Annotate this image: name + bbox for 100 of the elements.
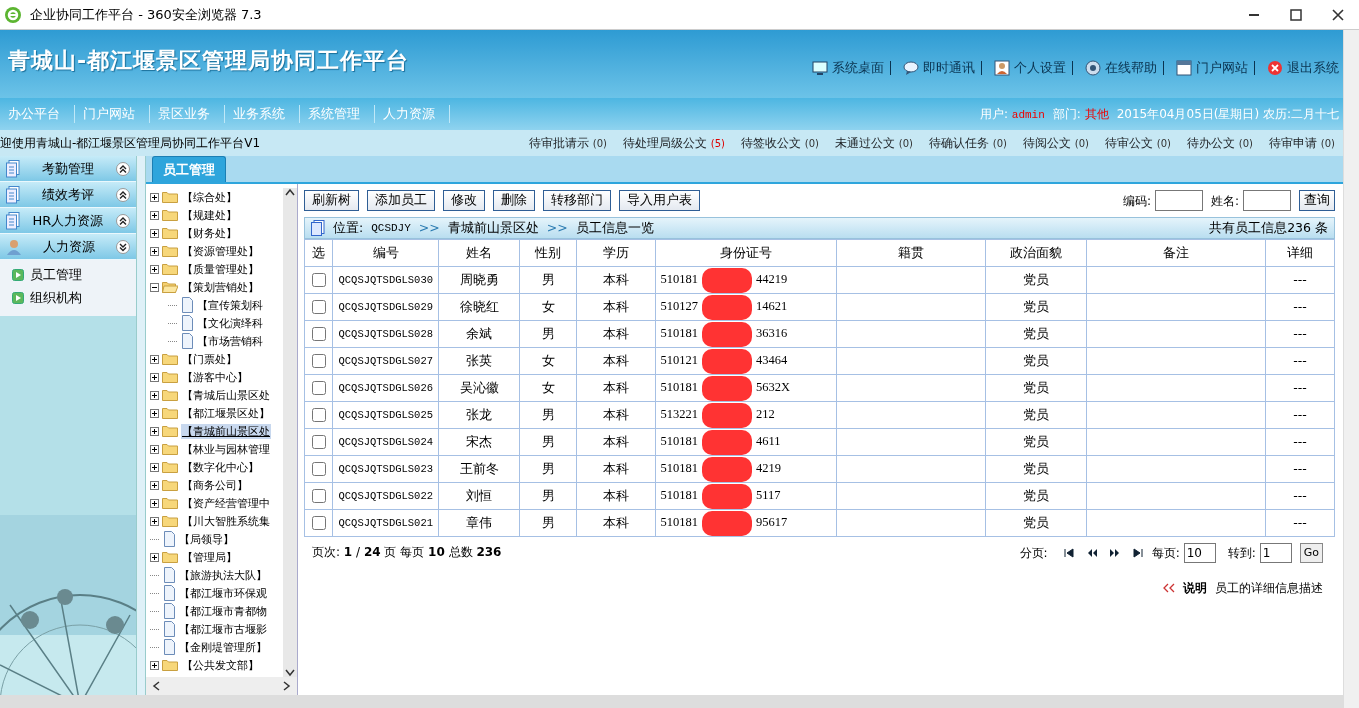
expander-icon[interactable] (150, 516, 159, 526)
row-checkbox[interactable] (311, 435, 326, 450)
sidebar-section[interactable]: 人力资源 (0, 234, 136, 260)
expander-icon[interactable] (150, 228, 159, 238)
tree-item[interactable]: 【局领导】 (178, 531, 235, 547)
toolbar-button[interactable]: 导入用户表 (619, 190, 700, 211)
expander-icon[interactable] (150, 480, 159, 490)
header-link[interactable]: 系统桌面 (812, 59, 884, 78)
counter-link[interactable]: 待阅公文 (0) (1023, 134, 1089, 152)
search-button[interactable]: 查询 (1299, 190, 1335, 211)
sidebar-item[interactable]: 组织机构 (12, 286, 82, 310)
tree-item[interactable]: 【青城后山景区处 (181, 387, 271, 403)
tree-item[interactable]: 【规建处】 (181, 207, 238, 223)
sidebar-section[interactable]: HR人力资源 (0, 208, 136, 234)
row-checkbox[interactable] (311, 354, 326, 369)
tree-item[interactable]: 【文化演绎科 (196, 315, 264, 331)
breadcrumb-item: 员工信息一览 (575, 218, 654, 237)
go-button[interactable]: Go (1299, 543, 1323, 563)
tree-item[interactable]: 【青城前山景区处 (181, 423, 271, 439)
document-icon (311, 220, 325, 236)
tree-item[interactable]: 【游客中心】 (181, 369, 249, 385)
sidebar-section[interactable]: 考勤管理 (0, 156, 136, 182)
tree-item[interactable]: 【质量管理处】 (181, 261, 260, 277)
tree-item[interactable]: 【资源管理处】 (181, 243, 260, 259)
expander-icon[interactable] (150, 264, 159, 274)
tree-item[interactable]: 【综合处】 (181, 189, 238, 205)
counter-link[interactable]: 待办公文 (0) (1187, 134, 1253, 152)
expander-icon[interactable] (150, 444, 159, 454)
name-field[interactable] (1243, 190, 1291, 211)
code-field[interactable] (1154, 190, 1203, 211)
per-page-field[interactable]: 10 (1183, 543, 1216, 563)
toolbar-button[interactable]: 刷新树 (304, 190, 359, 211)
previous-page-button[interactable] (1086, 548, 1098, 558)
toolbar-button[interactable]: 添加员工 (367, 190, 435, 211)
toolbar-button[interactable]: 删除 (493, 190, 535, 211)
tree-item[interactable]: 【都江堰市环保观 (178, 585, 268, 601)
counter-link[interactable]: 待确认任务 (0) (929, 134, 1007, 152)
last-page-button[interactable] (1132, 548, 1144, 558)
row-checkbox[interactable] (311, 462, 326, 477)
toolbar-button[interactable]: 转移部门 (543, 190, 611, 211)
tree-item[interactable]: 【管理局】 (181, 549, 238, 565)
tree-item[interactable]: 【都江堰市古堰影 (178, 621, 268, 637)
tree-item[interactable]: 【都江堰市青都物 (178, 603, 268, 619)
header-link[interactable]: 个人设置 (994, 59, 1066, 78)
expander-icon[interactable] (150, 660, 159, 670)
counter-link[interactable]: 待审批请示 (0) (529, 134, 607, 152)
tree-item[interactable]: 【旅游执法大队】 (178, 567, 268, 583)
row-checkbox[interactable] (311, 516, 326, 531)
header-link[interactable]: 退出系统 (1267, 59, 1339, 78)
sidebar-section[interactable]: 绩效考评 (0, 182, 136, 208)
row-checkbox[interactable] (311, 489, 326, 504)
goto-page-field[interactable]: 1 (1259, 543, 1292, 563)
expander-icon[interactable] (150, 354, 159, 364)
expander-icon[interactable] (150, 498, 159, 508)
tree-item[interactable]: 【林业与园林管理 (181, 441, 271, 457)
tree-item[interactable]: 【都江堰景区处】 (181, 405, 271, 421)
tree-item[interactable]: 【宣传策划科 (196, 297, 264, 313)
counter-link[interactable]: 待审申请 (0) (1269, 134, 1335, 152)
expander-icon[interactable] (150, 408, 159, 418)
toolbar-button[interactable]: 修改 (443, 190, 485, 211)
scrollbar[interactable] (1343, 30, 1359, 708)
tree-item[interactable]: 【市场营销科 (196, 333, 264, 349)
sidebar-item[interactable]: 员工管理 (12, 264, 82, 287)
tree-item[interactable]: 【资产经营管理中 (181, 495, 271, 511)
counter-link[interactable]: 待签收公文 (0) (741, 134, 819, 152)
tree-item[interactable]: 【策划营销处】 (181, 279, 260, 295)
expander-icon[interactable] (150, 282, 159, 292)
horizontal-scrollbar[interactable] (146, 677, 297, 695)
table-cell: --- (1265, 293, 1335, 321)
expander-icon[interactable] (150, 390, 159, 400)
tree-scrollbar[interactable] (283, 188, 297, 677)
tree-item[interactable]: 【门票处】 (181, 351, 238, 367)
counter-link[interactable]: 待审公文 (0) (1105, 134, 1171, 152)
header-link[interactable]: 在线帮助 (1085, 59, 1157, 78)
expander-icon[interactable] (150, 552, 159, 562)
next-page-button[interactable] (1109, 548, 1121, 558)
tree-item[interactable]: 【金刚堤管理所】 (178, 639, 268, 655)
row-checkbox[interactable] (311, 273, 326, 288)
expander-icon[interactable] (150, 372, 159, 382)
tree-item[interactable]: 【商务公司】 (181, 477, 249, 493)
tree-item[interactable]: 【数字化中心】 (181, 459, 260, 475)
expander-icon[interactable] (150, 426, 159, 436)
row-checkbox[interactable] (311, 381, 326, 396)
tree-item[interactable]: 【财务处】 (181, 225, 238, 241)
row-checkbox[interactable] (311, 300, 326, 315)
row-checkbox[interactable] (311, 408, 326, 423)
counter-link[interactable]: 待处理局级公文 (5) (623, 134, 725, 152)
expander-icon[interactable] (150, 246, 159, 256)
id-number-end: 4611 (755, 433, 781, 448)
expander-icon[interactable] (150, 462, 159, 472)
row-checkbox[interactable] (311, 327, 326, 342)
expander-icon[interactable] (150, 192, 159, 202)
tree-item[interactable]: 【川大智胜系统集 (181, 513, 271, 529)
header-link[interactable]: 即时通讯 (903, 59, 975, 78)
tree-item[interactable]: 【公共发文部】 (181, 657, 260, 673)
counter-link[interactable]: 未通过公文 (0) (835, 134, 913, 152)
expander-icon[interactable] (150, 210, 159, 220)
table-cell: 党员 (985, 320, 1087, 348)
first-page-button[interactable] (1063, 548, 1075, 558)
header-link[interactable]: 门户网站 (1176, 59, 1248, 78)
